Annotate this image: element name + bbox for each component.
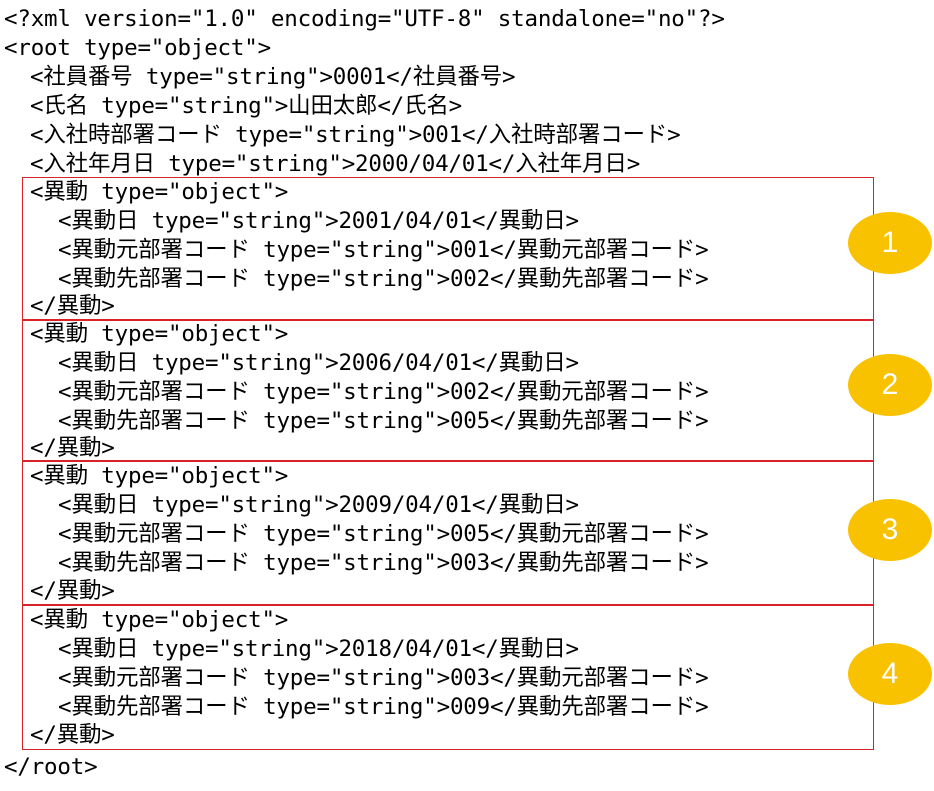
root-open-tag: <root type="object"> (4, 35, 271, 61)
transfer-open-tag: <異動 type="object"> (30, 179, 289, 205)
transfer-date-line: <異動日 type="string">2009/04/01</異動日> (58, 492, 579, 518)
transfer-to-line: <異動先部署コード type="string">009</異動先部署コード> (58, 694, 709, 720)
employee-number-line: <社員番号 type="string">0001</社員番号> (30, 64, 516, 90)
number-badge-4: 4 (848, 643, 932, 705)
transfer-close-tag: </異動> (30, 435, 115, 461)
transfer-to-line: <異動先部署コード type="string">005</異動先部署コード> (58, 408, 709, 434)
transfer-open-tag: <異動 type="object"> (30, 463, 289, 489)
transfer-from-line: <異動元部署コード type="string">003</異動元部署コード> (58, 665, 709, 691)
number-badge-2: 2 (848, 354, 932, 416)
transfer-date-line: <異動日 type="string">2001/04/01</異動日> (58, 208, 579, 234)
transfer-close-tag: </異動> (30, 293, 115, 319)
hire-date-line: <入社年月日 type="string">2000/04/01</入社年月日> (30, 151, 641, 177)
initial-department-code-line: <入社時部署コード type="string">001</入社時部署コード> (30, 122, 681, 148)
xml-declaration: <?xml version="1.0" encoding="UTF-8" sta… (4, 6, 725, 32)
transfer-date-line: <異動日 type="string">2018/04/01</異動日> (58, 636, 579, 662)
name-line: <氏名 type="string">山田太郎</氏名> (30, 93, 462, 119)
transfer-close-tag: </異動> (30, 722, 115, 748)
number-badge-1: 1 (848, 212, 932, 274)
transfer-from-line: <異動元部署コード type="string">001</異動元部署コード> (58, 237, 709, 263)
transfer-from-line: <異動元部署コード type="string">005</異動元部署コード> (58, 521, 709, 547)
transfer-date-line: <異動日 type="string">2006/04/01</異動日> (58, 350, 579, 376)
transfer-to-line: <異動先部署コード type="string">003</異動先部署コード> (58, 550, 709, 576)
transfer-from-line: <異動元部署コード type="string">002</異動元部署コード> (58, 379, 709, 405)
transfer-to-line: <異動先部署コード type="string">002</異動先部署コード> (58, 266, 709, 292)
transfer-close-tag: </異動> (30, 578, 115, 604)
transfer-open-tag: <異動 type="object"> (30, 607, 289, 633)
root-close-tag: </root> (4, 754, 98, 780)
transfer-open-tag: <異動 type="object"> (30, 321, 289, 347)
number-badge-3: 3 (848, 499, 932, 561)
